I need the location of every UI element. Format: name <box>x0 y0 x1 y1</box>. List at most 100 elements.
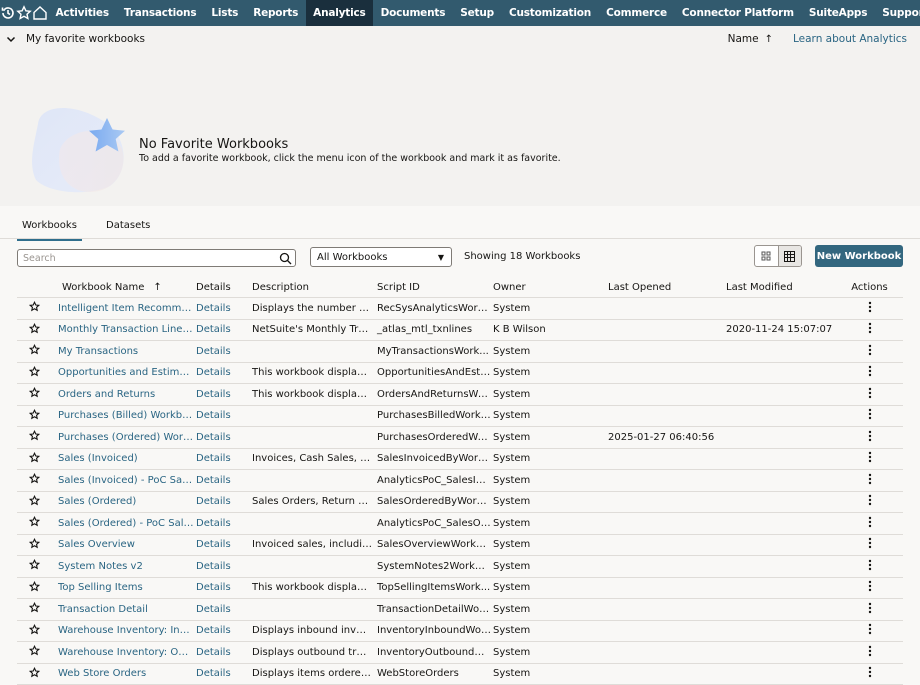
workbook-name-link[interactable]: Purchases (Billed) Workbook <box>51 405 195 427</box>
favorite-star-icon[interactable] <box>17 383 51 406</box>
details-link[interactable]: Details <box>195 555 251 578</box>
search-icon[interactable] <box>279 252 292 265</box>
workbook-name-link[interactable]: Sales (Invoiced) - PoC Sales ... <box>51 469 195 492</box>
workbook-name-link[interactable]: Purchases (Ordered) Workb... <box>51 426 195 449</box>
favorite-star-icon[interactable] <box>17 319 51 341</box>
header-last-modified[interactable]: Last Modified <box>725 277 836 298</box>
row-actions-menu-icon[interactable] <box>836 405 903 427</box>
details-link[interactable]: Details <box>195 297 251 320</box>
favorite-star-icon[interactable] <box>17 491 51 513</box>
row-actions-menu-icon[interactable] <box>836 469 903 492</box>
details-link[interactable]: Details <box>195 577 251 599</box>
details-link[interactable]: Details <box>195 491 251 513</box>
row-actions-menu-icon[interactable] <box>836 512 903 535</box>
favorite-star-icon[interactable] <box>17 426 51 449</box>
workbook-name-link[interactable]: System Notes v2 <box>51 555 195 578</box>
nav-analytics[interactable]: Analytics <box>305 0 374 26</box>
row-actions-menu-icon[interactable] <box>836 620 903 642</box>
workbook-name-link[interactable]: Sales Overview <box>51 534 195 556</box>
row-actions-menu-icon[interactable] <box>836 491 903 513</box>
workbook-filter-select[interactable]: All Workbooks ▼ <box>310 247 452 267</box>
details-link[interactable]: Details <box>195 383 251 406</box>
nav-commerce[interactable]: Commerce <box>599 0 675 26</box>
row-actions-menu-icon[interactable] <box>836 663 903 685</box>
nav-lists[interactable]: Lists <box>204 0 246 26</box>
home-icon[interactable] <box>32 0 48 26</box>
workbook-name-link[interactable]: Warehouse Inventory: Outb... <box>51 641 195 664</box>
header-owner[interactable]: Owner <box>492 277 607 298</box>
nav-activities[interactable]: Activities <box>48 0 116 26</box>
favorite-star-icon[interactable] <box>17 297 51 320</box>
sort-ascending-icon[interactable]: ↑ <box>153 282 161 293</box>
workbook-name-link[interactable]: My Transactions <box>51 340 195 363</box>
favorite-star-icon[interactable] <box>17 448 51 470</box>
header-details[interactable]: Details <box>195 277 251 298</box>
row-actions-menu-icon[interactable] <box>836 340 903 363</box>
table-view-icon[interactable] <box>777 246 801 266</box>
search-input[interactable]: Search <box>17 249 296 267</box>
details-link[interactable]: Details <box>195 663 251 685</box>
favorite-star-icon[interactable] <box>17 555 51 578</box>
favorite-star-icon[interactable] <box>17 512 51 535</box>
header-workbook-name[interactable]: Workbook Name ↑ <box>51 277 195 298</box>
details-link[interactable]: Details <box>195 362 251 384</box>
row-actions-menu-icon[interactable] <box>836 362 903 384</box>
sort-ascending-icon[interactable]: ↑ <box>765 34 773 45</box>
nav-connector-platform[interactable]: Connector Platform <box>674 0 801 26</box>
nav-setup[interactable]: Setup <box>453 0 502 26</box>
workbook-name-link[interactable]: Intelligent Item Recommen... <box>51 297 195 320</box>
details-link[interactable]: Details <box>195 620 251 642</box>
row-actions-menu-icon[interactable] <box>836 534 903 556</box>
workbook-name-link[interactable]: Monthly Transaction Lines ... <box>51 319 195 341</box>
workbook-name-link[interactable]: Top Selling Items <box>51 577 195 599</box>
favorite-star-icon[interactable] <box>17 534 51 556</box>
favorite-star-icon[interactable] <box>17 340 51 363</box>
nav-transactions[interactable]: Transactions <box>116 0 203 26</box>
favorite-star-icon[interactable] <box>17 469 51 492</box>
nav-reports[interactable]: Reports <box>246 0 306 26</box>
details-link[interactable]: Details <box>195 405 251 427</box>
tab-workbooks[interactable]: Workbooks <box>17 220 82 241</box>
tab-datasets[interactable]: Datasets <box>106 220 150 231</box>
row-actions-menu-icon[interactable] <box>836 319 903 341</box>
collapse-chevron-icon[interactable] <box>6 34 16 44</box>
favorite-star-icon[interactable] <box>17 598 51 621</box>
details-link[interactable]: Details <box>195 448 251 470</box>
workbook-name-link[interactable]: Sales (Invoiced) <box>51 448 195 470</box>
row-actions-menu-icon[interactable] <box>836 641 903 664</box>
recent-history-icon[interactable] <box>0 0 16 26</box>
favorite-star-icon[interactable] <box>17 641 51 664</box>
row-actions-menu-icon[interactable] <box>836 598 903 621</box>
favorite-star-icon[interactable] <box>17 577 51 599</box>
favorites-star-icon[interactable] <box>16 0 32 26</box>
favorite-star-icon[interactable] <box>17 620 51 642</box>
details-link[interactable]: Details <box>195 534 251 556</box>
row-actions-menu-icon[interactable] <box>836 426 903 449</box>
details-link[interactable]: Details <box>195 340 251 363</box>
details-link[interactable]: Details <box>195 426 251 449</box>
workbook-name-link[interactable]: Warehouse Inventory: Inbo... <box>51 620 195 642</box>
header-script-id[interactable]: Script ID <box>373 277 492 298</box>
nav-support[interactable]: Support <box>875 0 920 26</box>
card-view-icon[interactable] <box>755 246 778 266</box>
nav-suiteapps[interactable]: SuiteApps <box>801 0 874 26</box>
header-last-opened[interactable]: Last Opened <box>607 277 725 298</box>
nav-documents[interactable]: Documents <box>373 0 453 26</box>
header-description[interactable]: Description <box>251 277 373 298</box>
row-actions-menu-icon[interactable] <box>836 448 903 470</box>
nav-customization[interactable]: Customization <box>501 0 598 26</box>
details-link[interactable]: Details <box>195 319 251 341</box>
workbook-name-link[interactable]: Orders and Returns <box>51 383 195 406</box>
details-link[interactable]: Details <box>195 641 251 664</box>
workbook-name-link[interactable]: Sales (Ordered) <box>51 491 195 513</box>
row-actions-menu-icon[interactable] <box>836 297 903 320</box>
row-actions-menu-icon[interactable] <box>836 383 903 406</box>
details-link[interactable]: Details <box>195 469 251 492</box>
workbook-name-link[interactable]: Transaction Detail <box>51 598 195 621</box>
favorite-star-icon[interactable] <box>17 362 51 384</box>
new-workbook-button[interactable]: New Workbook <box>815 245 903 267</box>
row-actions-menu-icon[interactable] <box>836 577 903 599</box>
details-link[interactable]: Details <box>195 512 251 535</box>
favorite-star-icon[interactable] <box>17 405 51 427</box>
workbook-name-link[interactable]: Web Store Orders <box>51 663 195 685</box>
